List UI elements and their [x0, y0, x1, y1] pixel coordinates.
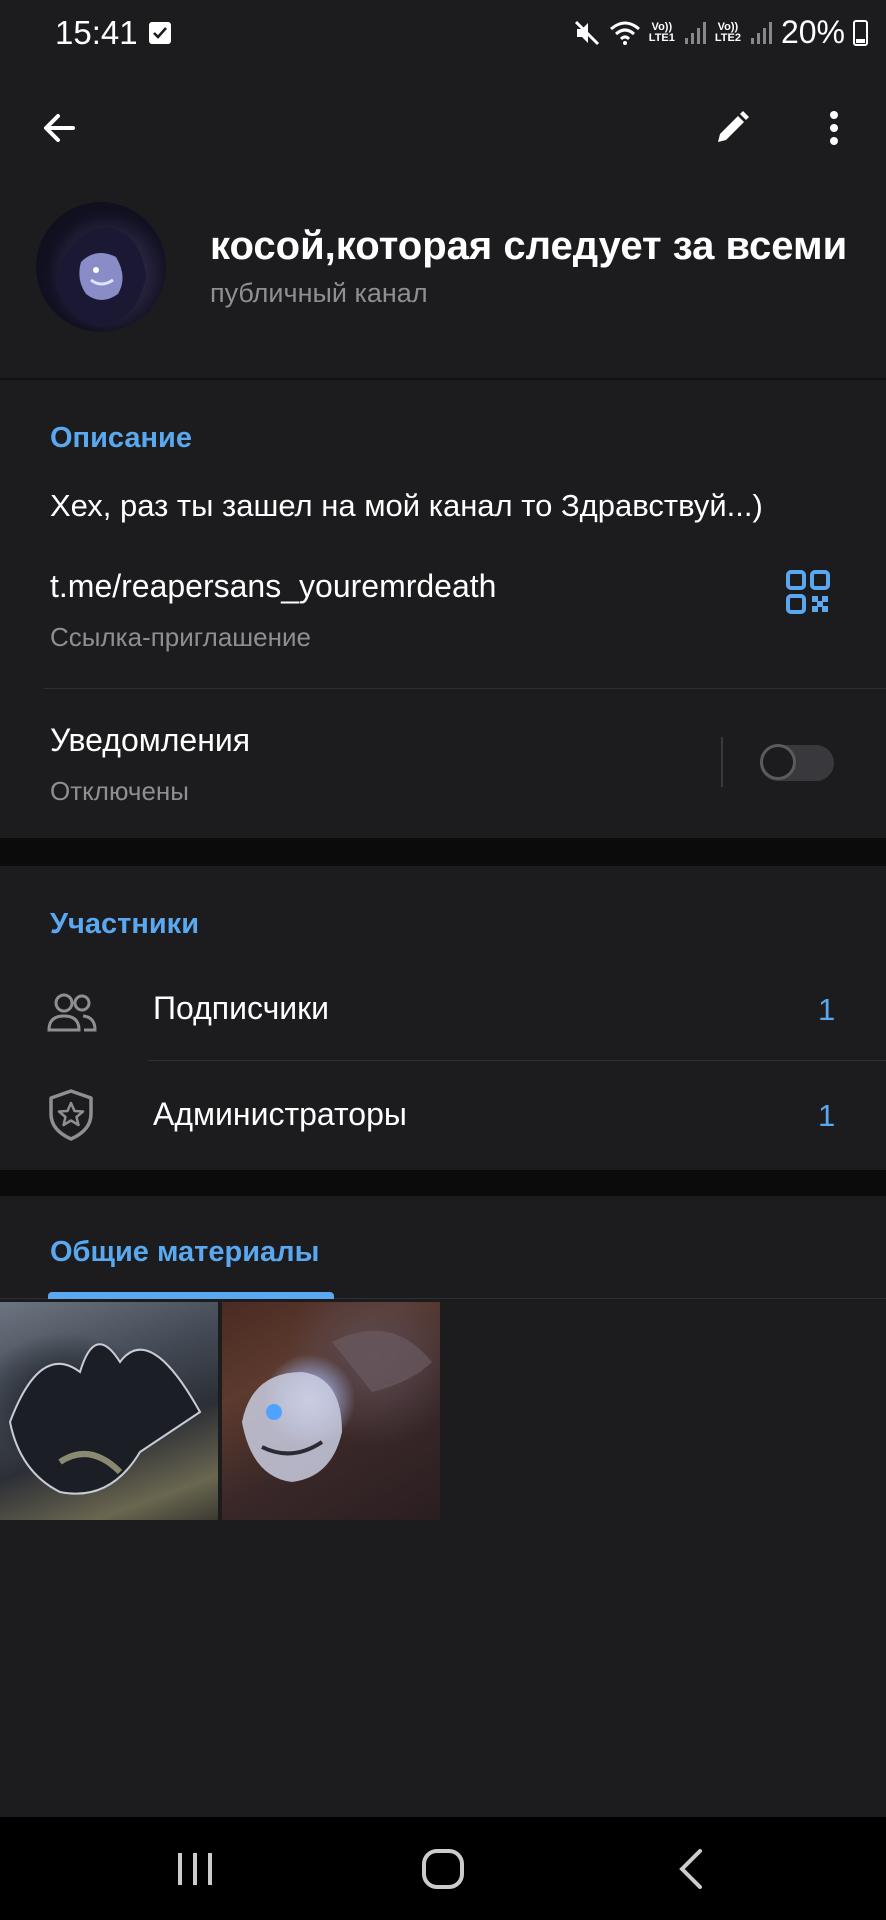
battery-percent: 20% — [780, 14, 845, 50]
mute-icon — [574, 20, 599, 45]
admins-count: 1 — [818, 1098, 836, 1133]
battery-icon — [853, 19, 868, 46]
invite-link-row[interactable]: t.me/reapersans_youremrdeath Ссылка-приг… — [0, 558, 886, 668]
subscribers-row[interactable]: Подписчики 1 — [0, 962, 886, 1062]
recent-apps-icon — [178, 1853, 212, 1885]
app-bar — [0, 70, 886, 190]
more-button[interactable] — [799, 93, 869, 163]
system-nav-bar — [0, 1817, 886, 1920]
qr-code-icon — [786, 570, 830, 614]
recent-apps-button[interactable] — [170, 1847, 220, 1896]
members-section: Участники Подписчики 1 Администраторы 1 — [0, 866, 886, 1170]
divider — [44, 688, 886, 689]
status-time: 15:41 — [55, 14, 138, 51]
channel-avatar[interactable] — [36, 202, 166, 332]
media-tab-shared[interactable]: Общие материалы — [50, 1236, 319, 1269]
notifications-state: Отключены — [50, 776, 189, 806]
invite-link-label: Ссылка-приглашение — [50, 622, 311, 652]
status-icons: Vo)) LTE1 Vo)) LTE2 20% — [573, 14, 868, 51]
chevron-left-icon — [679, 1849, 702, 1889]
media-thumbnail[interactable] — [222, 1302, 440, 1520]
home-icon — [422, 1849, 464, 1889]
notifications-toggle[interactable] — [760, 744, 834, 781]
notifications-label: Уведомления — [50, 722, 251, 758]
subscribers-count: 1 — [818, 992, 836, 1027]
pencil-icon — [718, 111, 749, 142]
home-button[interactable] — [418, 1847, 468, 1896]
wifi-icon — [609, 21, 640, 45]
back-nav-button[interactable] — [668, 1847, 718, 1896]
back-button[interactable] — [24, 93, 94, 163]
network-lte2: Vo)) LTE2 — [714, 20, 741, 44]
edit-button[interactable] — [697, 93, 767, 163]
qr-code-button[interactable] — [786, 570, 830, 619]
channel-title: косой,которая следует за всеми — [210, 224, 848, 268]
signal-icon-2 — [750, 21, 772, 44]
admins-label: Администраторы — [153, 1096, 407, 1132]
shield-star-icon — [49, 1089, 93, 1141]
network-lte1: Vo)) LTE1 — [648, 20, 675, 44]
info-section: Описание Хех, раз ты зашел на мой канал … — [0, 380, 886, 838]
arrow-left-icon — [44, 114, 75, 142]
subscribers-label: Подписчики — [153, 990, 330, 1026]
toggle-separator — [721, 737, 723, 787]
thumbnail-image — [242, 1330, 432, 1482]
description-header: Описание — [50, 422, 192, 454]
media-tab-indicator — [48, 1292, 334, 1299]
checkbox-notification-icon — [149, 22, 171, 44]
channel-subtitle: публичный канал — [210, 278, 428, 308]
people-icon — [47, 993, 97, 1032]
divider — [148, 1060, 886, 1061]
status-bar: 15:41 Vo)) LTE1 Vo)) LTE2 20% — [0, 0, 886, 70]
admins-row[interactable]: Администраторы 1 — [0, 1062, 886, 1170]
invite-link[interactable]: t.me/reapersans_youremrdeath — [50, 568, 496, 605]
toggle-knob — [760, 744, 796, 780]
section-gap — [0, 1170, 886, 1196]
section-gap — [0, 838, 886, 866]
avatar-image — [56, 227, 146, 327]
notifications-row[interactable]: Уведомления Отключены — [0, 690, 700, 838]
signal-icon-1 — [684, 21, 706, 44]
description-text: Хех, раз ты зашел на мой канал то Здравс… — [50, 488, 763, 523]
members-header: Участники — [50, 908, 200, 940]
thumbnail-image — [8, 1343, 202, 1495]
media-thumbnail[interactable] — [0, 1302, 218, 1520]
more-vertical-icon — [830, 111, 838, 145]
